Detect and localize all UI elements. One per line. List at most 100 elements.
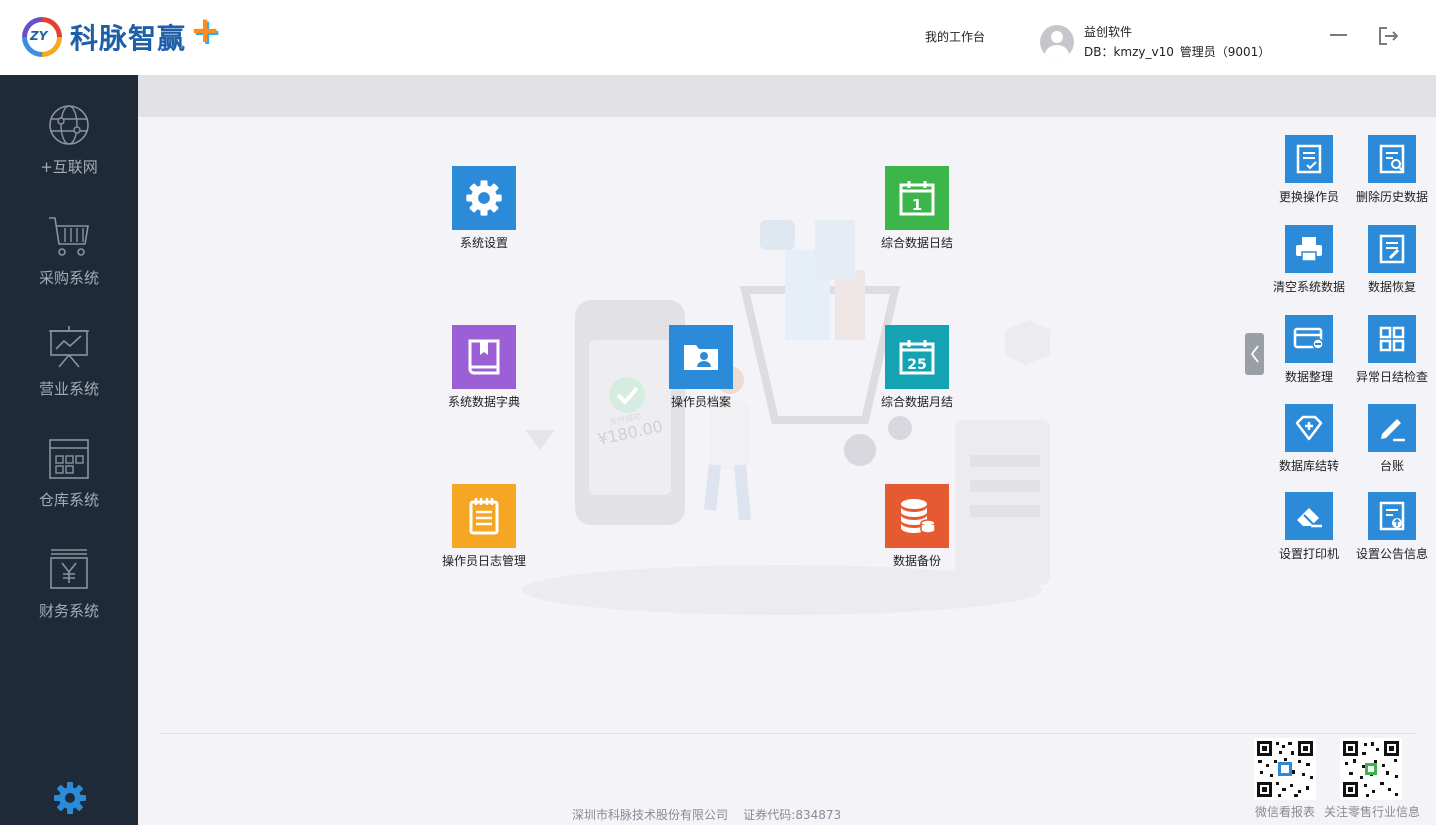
sidebar-item-sales[interactable]: 营业系统 [0, 325, 138, 425]
footer-divider [160, 733, 1416, 734]
footer-company-name: 深圳市科脉技术股份有限公司 [572, 808, 729, 822]
card-minus-icon [1293, 327, 1324, 350]
user-avatar[interactable] [1040, 25, 1074, 59]
tile-label: 操作员档案 [670, 395, 731, 409]
folder-user-icon [684, 345, 718, 370]
calendar-month-icon: 25 [899, 340, 935, 375]
tool-label: 数据库结转 [1278, 459, 1339, 473]
calendar-day-icon: 1 [899, 181, 935, 216]
tile-data-backup[interactable]: 数据备份 [867, 484, 967, 569]
tile-icon-box [452, 166, 516, 230]
user-company: 益创软件 [1084, 25, 1133, 39]
qr-code-wechat[interactable] [1254, 738, 1316, 800]
tool-icon-box [1285, 225, 1333, 273]
doc-upload-icon [1379, 501, 1405, 531]
book-icon [468, 339, 500, 375]
tool-icon-box [1368, 225, 1416, 273]
tool-label: 数据整理 [1284, 370, 1333, 384]
tile-monthly-close[interactable]: 25 综合数据月结 [867, 325, 967, 410]
gear-icon[interactable] [53, 781, 87, 815]
sidebar: +互联网 采购系统 营业系统 仓库系统 财务系统 [0, 75, 138, 825]
globe-icon [49, 105, 89, 145]
doc-search-icon [1379, 144, 1405, 174]
tool-clear-system-data[interactable]: 清空系统数据 [1265, 225, 1353, 295]
tile-label: 数据备份 [892, 554, 941, 568]
tool-daily-close-check[interactable]: 异常日结检查 [1348, 315, 1436, 385]
tile-label: 系统设置 [459, 236, 508, 250]
sidebar-item-label: 采购系统 [38, 269, 99, 287]
tool-icon-box [1368, 315, 1416, 363]
tool-icon-box [1368, 135, 1416, 183]
top-header: ZY 科脉智赢 + 我的工作台 益创软件 DB：kmzy_v10 管理员（900… [0, 0, 1436, 75]
tool-label: 更换操作员 [1278, 190, 1339, 204]
logo-badge: ZY [30, 29, 48, 43]
breadcrumb-band [138, 75, 1436, 117]
my-workbench-link[interactable]: 我的工作台 [925, 28, 985, 45]
sidebar-item-label: 营业系统 [38, 380, 99, 398]
sidebar-item-label: 财务系统 [38, 602, 99, 620]
database-icon [901, 499, 936, 534]
logout-icon[interactable] [1378, 26, 1400, 46]
tool-label: 台账 [1379, 459, 1404, 473]
qr-label-retail-news: 关注零售行业信息 [1324, 805, 1421, 819]
tool-label: 数据恢复 [1367, 280, 1416, 294]
pencil-icon [1381, 419, 1405, 442]
tool-ledger[interactable]: 台账 [1348, 404, 1436, 474]
tool-data-cleanup[interactable]: 数据整理 [1265, 315, 1353, 385]
tile-operator-archive[interactable]: 操作员档案 [651, 325, 751, 410]
tool-label: 删除历史数据 [1355, 190, 1428, 204]
tool-printer-setup[interactable]: 设置打印机 [1265, 492, 1353, 562]
doc-edit-icon [1379, 234, 1405, 264]
notepad-icon [469, 498, 499, 535]
qr-label-wechat: 微信看报表 [1255, 805, 1316, 819]
user-db-info: DB：kmzy_v10 管理员（9001） [1084, 45, 1271, 59]
minimize-button[interactable] [1330, 34, 1347, 36]
app-logo: ZY 科脉智赢 + [22, 13, 220, 57]
logo-text: 科脉智赢 [70, 22, 187, 55]
tool-database-carryover[interactable]: 数据库结转 [1265, 404, 1353, 474]
footer-stock-code: 证券代码:834873 [743, 808, 842, 822]
shopping-illustration: ¥180.00 支付成功 [522, 220, 1050, 615]
tile-operator-log[interactable]: 操作员日志管理 [434, 484, 534, 569]
doc-check-icon [1296, 144, 1322, 174]
tool-icon-box [1285, 135, 1333, 183]
tile-label: 综合数据月结 [880, 395, 953, 409]
chevron-left-icon [1250, 345, 1259, 363]
tool-icon-box [1285, 492, 1333, 540]
tool-icon-box [1368, 492, 1416, 540]
tool-icon-box [1368, 404, 1416, 452]
tile-system-settings[interactable]: 系统设置 [434, 166, 534, 251]
sidebar-item-label: 仓库系统 [38, 491, 99, 509]
calendar-day-number: 1 [912, 196, 922, 214]
tool-change-operator[interactable]: 更换操作员 [1265, 135, 1353, 205]
sidebar-item-label: +互联网 [40, 158, 98, 176]
tool-announcement-setup[interactable]: 设置公告信息 [1348, 492, 1436, 562]
collapse-panel-button[interactable] [1245, 333, 1264, 375]
cart-icon [49, 217, 89, 256]
tool-icon-box [1285, 404, 1333, 452]
grid-icon [1379, 326, 1405, 352]
sidebar-item-internet[interactable]: +互联网 [0, 103, 138, 203]
tile-icon-box [885, 484, 949, 548]
tile-label: 综合数据日结 [880, 236, 953, 250]
qr-code-retail-news[interactable] [1340, 738, 1402, 800]
tool-label: 设置公告信息 [1355, 547, 1428, 561]
diamond-plus-icon [1295, 415, 1323, 441]
tile-icon-box [452, 325, 516, 389]
tile-icon-box [669, 325, 733, 389]
tool-data-restore[interactable]: 数据恢复 [1348, 225, 1436, 295]
sidebar-item-warehouse[interactable]: 仓库系统 [0, 436, 138, 536]
tool-icon-box [1285, 315, 1333, 363]
footer-company: 深圳市科脉技术股份有限公司 证券代码:834873 [572, 806, 841, 823]
eraser-icon [1297, 508, 1322, 528]
tile-label: 系统数据字典 [447, 395, 520, 409]
sidebar-item-finance[interactable]: 财务系统 [0, 547, 138, 647]
sidebar-item-purchase[interactable]: 采购系统 [0, 214, 138, 314]
tool-delete-history[interactable]: 删除历史数据 [1348, 135, 1436, 205]
calendar-month-number: 25 [907, 357, 926, 373]
tile-daily-close[interactable]: 1 综合数据日结 [867, 166, 967, 251]
tool-label: 设置打印机 [1278, 547, 1339, 561]
tile-data-dictionary[interactable]: 系统数据字典 [434, 325, 534, 410]
tool-label: 异常日结检查 [1355, 370, 1428, 384]
tile-label: 操作员日志管理 [441, 554, 526, 568]
